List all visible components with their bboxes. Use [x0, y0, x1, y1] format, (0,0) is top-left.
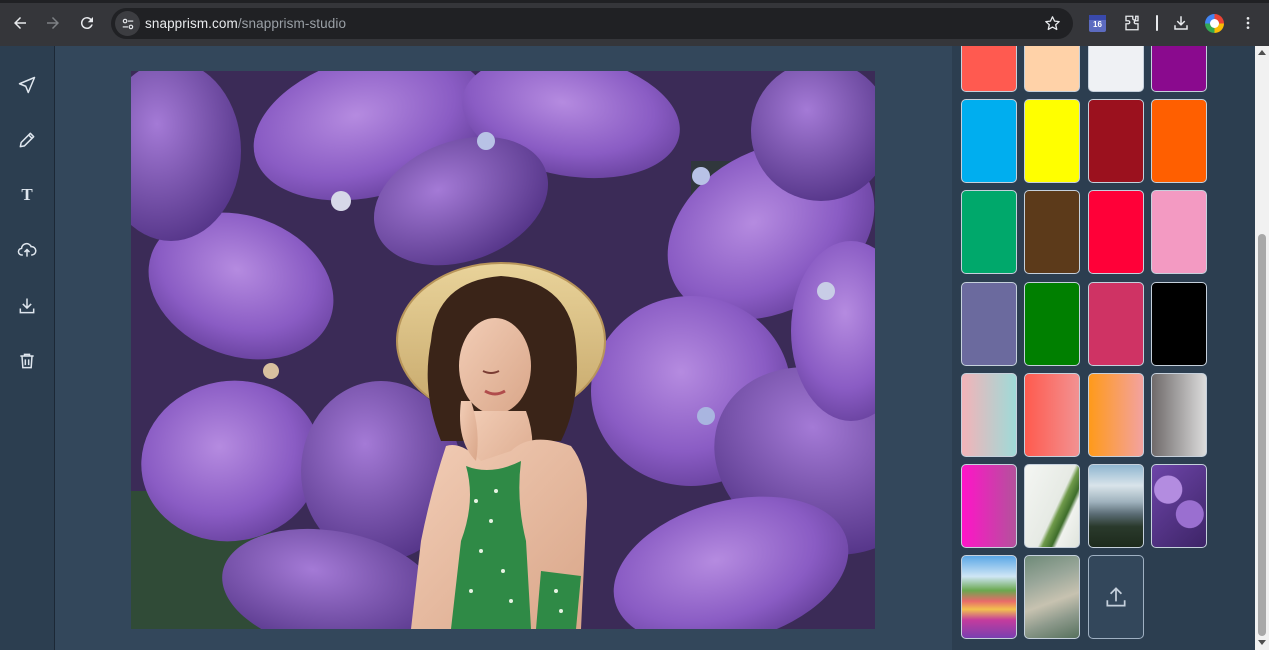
color-swatch[interactable]	[961, 46, 1017, 92]
gradient-swatch[interactable]	[961, 464, 1017, 548]
toolbar-separator	[1156, 15, 1158, 31]
tune-icon	[122, 18, 133, 29]
scroll-up-arrow[interactable]	[1258, 50, 1266, 55]
color-swatch[interactable]	[1088, 282, 1144, 366]
url-text[interactable]: snapprism.com/snapprism-studio	[145, 16, 346, 31]
download-icon	[1174, 16, 1188, 30]
download-icon	[19, 298, 35, 314]
color-swatch[interactable]	[1088, 99, 1144, 183]
color-swatch[interactable]	[961, 99, 1017, 183]
calendar-extension-icon[interactable]: 16	[1089, 15, 1106, 32]
background-panel	[952, 46, 1255, 650]
tab-strip-edge	[0, 0, 1269, 3]
download-tool-button[interactable]	[14, 293, 40, 319]
color-swatch[interactable]	[1151, 190, 1207, 274]
upload-background-button[interactable]	[1088, 555, 1144, 639]
url-path: /snapprism-studio	[237, 16, 347, 31]
calendar-badge-text: 16	[1093, 20, 1102, 29]
draw-tool-button[interactable]	[14, 127, 40, 153]
tool-sidebar: T	[0, 46, 55, 650]
arrow-left-icon	[14, 17, 26, 29]
image-thumbnail-flower-field-sky[interactable]	[961, 555, 1017, 639]
gradient-swatch[interactable]	[1151, 373, 1207, 457]
pencil-icon	[19, 132, 35, 148]
image-thumbnail-purple-hydrangea[interactable]	[1151, 464, 1207, 548]
color-swatch[interactable]	[1151, 282, 1207, 366]
canvas-image[interactable]	[131, 71, 875, 629]
address-bar[interactable]: snapprism.com/snapprism-studio	[111, 8, 1073, 39]
color-swatch[interactable]	[1024, 190, 1080, 274]
color-swatch[interactable]	[1151, 99, 1207, 183]
reload-icon	[80, 17, 93, 30]
scroll-down-arrow[interactable]	[1258, 640, 1266, 645]
gradient-swatch[interactable]	[1024, 373, 1080, 457]
color-swatch[interactable]	[1088, 190, 1144, 274]
color-swatch[interactable]	[1024, 99, 1080, 183]
color-swatch[interactable]	[961, 282, 1017, 366]
color-swatch[interactable]	[1151, 46, 1207, 92]
puzzle-icon	[1125, 15, 1139, 31]
reload-button[interactable]	[75, 11, 99, 35]
page-scrollbar[interactable]	[1255, 46, 1269, 650]
back-button[interactable]	[8, 11, 32, 35]
arrow-right-icon	[47, 17, 59, 29]
star-icon[interactable]	[1044, 15, 1061, 32]
workspace	[56, 46, 952, 650]
delete-tool-button[interactable]	[14, 348, 40, 374]
studio-app: T	[0, 46, 1269, 650]
site-info-button[interactable]	[115, 11, 140, 36]
color-swatch[interactable]	[1024, 46, 1080, 92]
design-canvas[interactable]	[131, 71, 875, 629]
color-swatch[interactable]	[961, 190, 1017, 274]
image-thumbnail-dry-grass[interactable]	[1024, 555, 1080, 639]
color-swatch[interactable]	[1024, 282, 1080, 366]
downloads-button[interactable]	[1171, 13, 1191, 33]
gradient-swatch[interactable]	[961, 373, 1017, 457]
gradient-swatch[interactable]	[1088, 373, 1144, 457]
extensions-button[interactable]	[1122, 13, 1142, 33]
color-swatch[interactable]	[1088, 46, 1144, 92]
cloud-upload-icon	[17, 242, 37, 257]
url-host: snapprism.com	[145, 16, 238, 31]
upload-tool-button[interactable]	[14, 237, 40, 263]
trash-icon	[20, 353, 34, 369]
scroll-thumb[interactable]	[1258, 234, 1266, 636]
browser-chrome: snapprism.com/snapprism-studio 16	[0, 0, 1269, 46]
more-vert-icon	[1246, 17, 1250, 29]
upload-icon	[1106, 587, 1126, 607]
navigation-arrow-icon	[18, 76, 36, 94]
forward-button[interactable]	[41, 11, 65, 35]
profile-avatar[interactable]	[1205, 14, 1224, 33]
text-tool-button[interactable]: T	[14, 182, 40, 208]
select-tool-button[interactable]	[14, 72, 40, 98]
image-thumbnail-snowy-mountains[interactable]	[1088, 464, 1144, 548]
text-icon: T	[21, 185, 33, 204]
browser-menu-button[interactable]	[1238, 13, 1258, 33]
image-thumbnail-white-fabric-green-leaf[interactable]	[1024, 464, 1080, 548]
